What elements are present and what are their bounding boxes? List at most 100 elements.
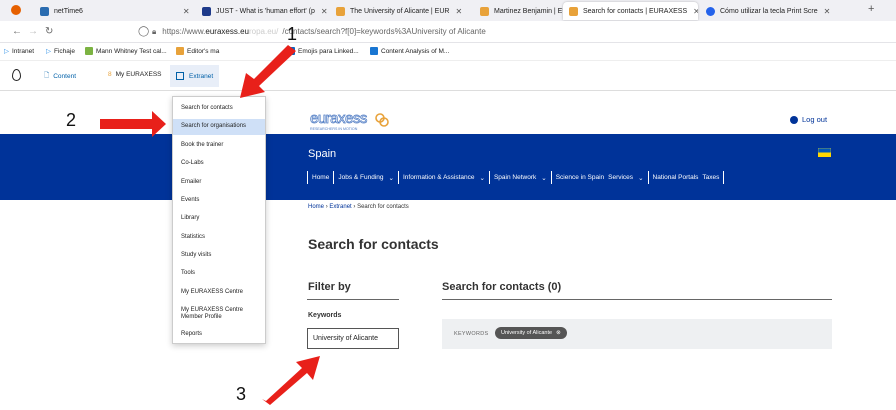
back-icon[interactable]: ←: [12, 26, 22, 37]
menu-item-label-line1: My EURAXESS Centre: [181, 307, 244, 313]
bookmark-favicon: [85, 47, 93, 55]
tab-ua[interactable]: The University of Alicante | EUR ✕: [336, 2, 478, 20]
admin-toolbar: 🗋︎ Content 8 My EURAXESS Extranet: [0, 61, 896, 91]
nav-taxes[interactable]: Taxes: [702, 174, 719, 181]
toolbar-extranet[interactable]: Extranet: [170, 65, 220, 87]
menu-item-reports[interactable]: Reports: [173, 331, 265, 338]
close-tab-icon[interactable]: ✕: [455, 7, 462, 16]
square-icon: [176, 72, 184, 80]
tab-search-contacts[interactable]: Search for contacts | EURAXESS ✕: [563, 2, 698, 20]
menu-item-emailer[interactable]: Emailer: [173, 179, 265, 186]
shield-icon[interactable]: ◯: [138, 26, 149, 37]
chevron-down-icon[interactable]: ⌄: [480, 174, 485, 182]
logo-tagline: RESEARCHERS IN MOTION: [310, 127, 358, 131]
nav-science-in-spain[interactable]: Science in Spain: [556, 174, 604, 181]
remove-chip-icon[interactable]: ⊗: [556, 330, 561, 336]
nav-divider: [488, 171, 490, 184]
reload-icon[interactable]: ↻: [45, 26, 53, 37]
logout-link[interactable]: Log out: [790, 115, 827, 124]
menu-item-search-contacts[interactable]: Search for contacts: [173, 105, 265, 112]
nav-home[interactable]: Home: [312, 174, 329, 181]
results-divider: [442, 299, 832, 300]
menu-item-statistics[interactable]: Statistics: [173, 234, 265, 241]
firefox-icon[interactable]: [11, 5, 21, 15]
nav-services[interactable]: Services: [608, 174, 633, 181]
bookmark-emojis[interactable]: Emojis para Linked...: [287, 47, 359, 55]
bookmark-content-analysis[interactable]: Content Analysis of M...: [370, 47, 449, 55]
close-tab-icon[interactable]: ✕: [693, 7, 698, 16]
url-fragment-a: ropa.eu/: [248, 27, 279, 36]
tab-label: Search for contacts | EURAXESS: [583, 7, 688, 15]
menu-item-library[interactable]: Library: [173, 215, 265, 222]
nav-divider: [723, 171, 725, 184]
close-tab-icon[interactable]: ✕: [321, 7, 328, 16]
tab-favicon: [569, 6, 578, 16]
nav-divider: [550, 171, 552, 184]
document-icon: 🗋︎: [44, 72, 50, 79]
nav-national-portals[interactable]: National Portals: [653, 174, 699, 181]
nav-information-assistance[interactable]: Information & Assistance: [403, 174, 475, 181]
keyword-chip[interactable]: University of Alicante ⊗: [495, 327, 567, 339]
bookmark-label: Mann Whitney Test cal...: [96, 47, 167, 55]
toolbar-content-label: Content: [53, 73, 77, 80]
bookmark-label: Editor's ma: [187, 47, 220, 55]
chevron-down-icon[interactable]: ⌄: [638, 174, 643, 182]
ukraine-flag-icon: [818, 148, 831, 157]
breadcrumb-home[interactable]: Home: [308, 204, 324, 210]
play-icon: ▷: [46, 48, 51, 55]
toolbar-my-euraxess[interactable]: 8 My EURAXESS: [108, 71, 162, 78]
active-filters-box: KEYWORDS University of Alicante ⊗: [442, 319, 832, 349]
chevron-down-icon[interactable]: ⌄: [541, 174, 546, 182]
bookmark-mann-whitney[interactable]: Mann Whitney Test cal...: [85, 47, 167, 55]
toolbar-content[interactable]: 🗋︎ Content: [44, 71, 76, 82]
lock-icon: 🔒︎: [152, 26, 157, 36]
bookmarks-bar: ▷ Intranet ▷ Fichaje Mann Whitney Test c…: [0, 43, 896, 61]
drop-icon[interactable]: [12, 69, 21, 81]
breadcrumb-extranet[interactable]: Extranet: [329, 204, 351, 210]
tab-just[interactable]: JUST - What is 'human effort' (p ✕: [202, 2, 337, 20]
filter-heading: Filter by: [308, 281, 351, 293]
toolbar-my-euraxess-label: My EURAXESS: [115, 71, 162, 78]
tab-nettime[interactable]: netTime6 ✕: [40, 2, 190, 20]
bookmark-intranet[interactable]: ▷ Intranet: [4, 47, 35, 56]
new-tab-icon[interactable]: +: [868, 3, 874, 15]
menu-item-events[interactable]: Events: [173, 197, 265, 204]
tab-favicon: [480, 6, 489, 16]
tab-como[interactable]: Cómo utilizar la tecla Print Scre ✕: [706, 2, 866, 20]
toolbar-extranet-label: Extranet: [189, 72, 214, 80]
bookmark-label: Intranet: [12, 47, 35, 55]
menu-item-my-euraxess-centre-profile[interactable]: My EURAXESS Centre Member Profile: [173, 307, 265, 321]
url-fragment-b: /contacts/search?f[0]=keywords%3AUnivers…: [282, 27, 486, 36]
forward-icon[interactable]: →: [28, 26, 38, 37]
tab-favicon: [706, 6, 715, 16]
url-field[interactable]: 🔒︎ https://www. euraxess.eu ropa.eu//conta…: [152, 24, 752, 39]
breadcrumb: Home › Extranet › Search for contacts: [308, 204, 409, 210]
menu-item-co-labs[interactable]: Co-Labs: [173, 160, 265, 167]
tab-label: Cómo utilizar la tecla Print Scre: [720, 7, 818, 15]
nav-divider: [307, 171, 308, 184]
close-tab-icon[interactable]: ✕: [824, 7, 831, 16]
bookmark-editors[interactable]: Editor's ma: [176, 47, 219, 55]
bookmark-fichaje[interactable]: ▷ Fichaje: [46, 47, 75, 56]
page-content: euraxess RESEARCHERS IN MOTION Log out S…: [0, 91, 896, 410]
tab-label: netTime6: [54, 7, 83, 15]
tab-favicon: [40, 6, 49, 16]
nav-divider: [397, 171, 399, 184]
nav-spain-network[interactable]: Spain Network: [494, 174, 536, 181]
tab-label: JUST - What is 'human effort' (p: [216, 7, 315, 15]
euraxess-logo[interactable]: euraxess RESEARCHERS IN MOTION: [310, 109, 390, 136]
bookmark-label: Content Analysis of M...: [381, 47, 450, 55]
annotation-number-3: 3: [236, 384, 247, 404]
linkedin-icon: [287, 47, 295, 55]
menu-item-study-visits[interactable]: Study visits: [173, 252, 265, 259]
menu-item-my-euraxess-centre[interactable]: My EURAXESS Centre: [173, 289, 265, 296]
keywords-input[interactable]: University of Alicante: [307, 328, 399, 349]
nav-jobs-funding[interactable]: Jobs & Funding: [338, 174, 383, 181]
tab-favicon: [202, 6, 211, 16]
chevron-down-icon[interactable]: ⌄: [389, 174, 394, 182]
menu-item-label-line2: Member Profile: [181, 314, 222, 320]
menu-item-book-trainer[interactable]: Book the trainer: [173, 142, 265, 149]
menu-item-search-organisations[interactable]: Search for organisations: [173, 119, 265, 135]
menu-item-tools[interactable]: Tools: [173, 270, 265, 277]
close-tab-icon[interactable]: ✕: [183, 7, 190, 16]
